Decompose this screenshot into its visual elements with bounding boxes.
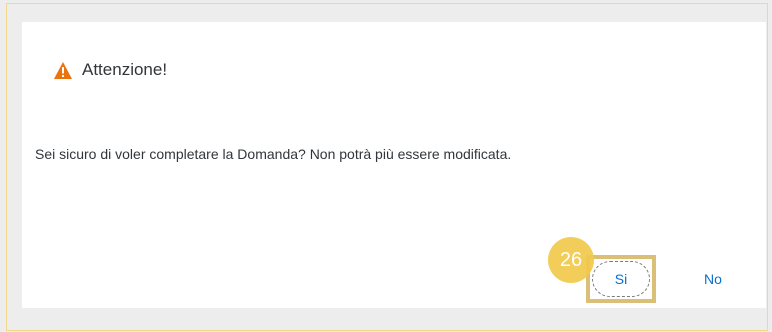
warning-icon xyxy=(54,61,72,79)
yes-button[interactable]: Si xyxy=(592,261,650,297)
dialog-message: Sei sicuro di voler completare la Domand… xyxy=(35,146,512,162)
step-number-badge: 26 xyxy=(548,237,594,283)
dialog-header: Attenzione! xyxy=(54,60,167,80)
confirmation-dialog: Attenzione! Sei sicuro di voler completa… xyxy=(22,22,766,308)
no-button[interactable]: No xyxy=(678,261,748,297)
dialog-footer: Si No 26 xyxy=(22,237,766,303)
dialog-title: Attenzione! xyxy=(82,60,168,79)
